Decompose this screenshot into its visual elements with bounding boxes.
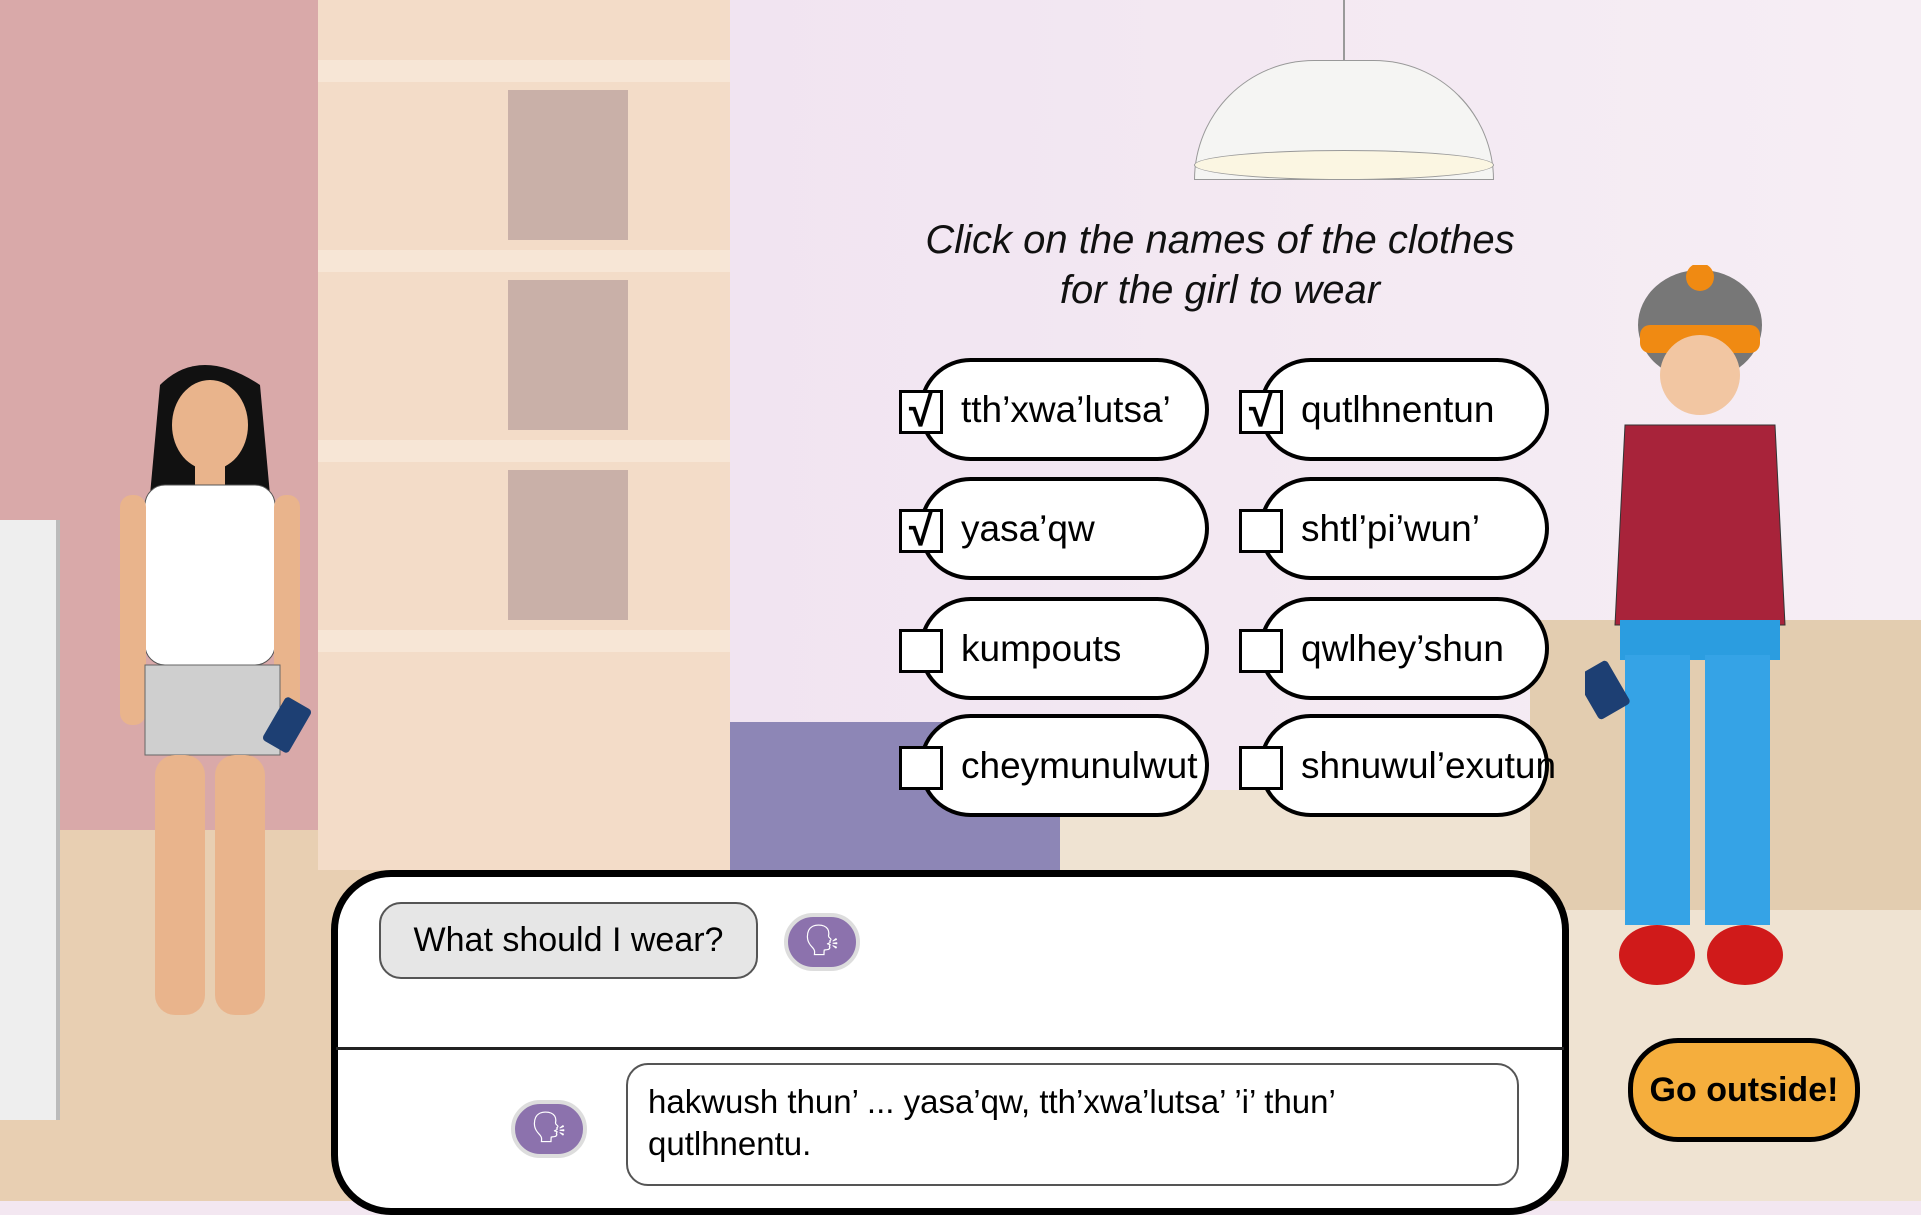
clothing-label: tth’xwa’lutsa’ [961, 389, 1171, 430]
clothing-label: yasa’qw [961, 508, 1095, 549]
go-outside-button[interactable]: Go outside! [1628, 1038, 1860, 1142]
girl-character [120, 365, 312, 1015]
play-question-audio-button[interactable]: 🗣 [784, 913, 860, 971]
bookshelf [318, 0, 730, 870]
speaking-head-icon: 🗣 [529, 1111, 569, 1144]
play-answer-audio-button[interactable]: 🗣 [511, 1100, 587, 1158]
clothing-option[interactable]: √ qutlhnentun [1239, 358, 1549, 461]
clothing-option[interactable]: cheymunulwut [899, 714, 1209, 817]
instruction-line-1: Click on the names of the clothes [925, 218, 1515, 262]
clothing-label: shtl’pi’wun’ [1301, 508, 1480, 549]
clothing-label: qwlhey’shun [1301, 628, 1504, 669]
checkbox[interactable] [899, 629, 943, 673]
checkbox[interactable] [1239, 629, 1283, 673]
instruction-text: Click on the names of the clothes for th… [870, 215, 1570, 315]
clothing-option[interactable]: qwlhey’shun [1239, 597, 1549, 700]
lamp-cord [1343, 0, 1345, 62]
clothing-label: shnuwul’exutun [1301, 745, 1557, 786]
checkbox[interactable] [899, 746, 943, 790]
checked-checkbox[interactable]: √ [899, 509, 943, 553]
checkbox[interactable] [1239, 509, 1283, 553]
checked-checkbox[interactable]: √ [1239, 390, 1283, 434]
clothing-option[interactable]: shtl’pi’wun’ [1239, 477, 1549, 580]
clothing-option[interactable]: shnuwul’exutun [1239, 714, 1556, 817]
boy-character [1585, 265, 1786, 985]
question-bubble: What should I wear? [379, 902, 758, 979]
checkbox[interactable] [1239, 746, 1283, 790]
clothing-label: kumpouts [961, 628, 1122, 669]
speaking-head-icon: 🗣 [802, 924, 842, 957]
clothing-option[interactable]: kumpouts [899, 597, 1209, 700]
dialog-divider [336, 1047, 1564, 1050]
clothing-option[interactable]: √ yasa’qw [899, 477, 1209, 580]
mirror [0, 520, 60, 1120]
answer-bubble: hakwush thun’ ... yasa’qw, tth’xwa’lutsa… [626, 1063, 1519, 1186]
clothing-label: cheymunulwut [961, 745, 1198, 786]
checked-checkbox[interactable]: √ [899, 390, 943, 434]
clothing-label: qutlhnentun [1301, 389, 1495, 430]
instruction-line-2: for the girl to wear [1059, 268, 1381, 312]
ceiling-lamp-light [1194, 150, 1494, 180]
clothing-option[interactable]: √ tth’xwa’lutsa’ [899, 358, 1209, 461]
